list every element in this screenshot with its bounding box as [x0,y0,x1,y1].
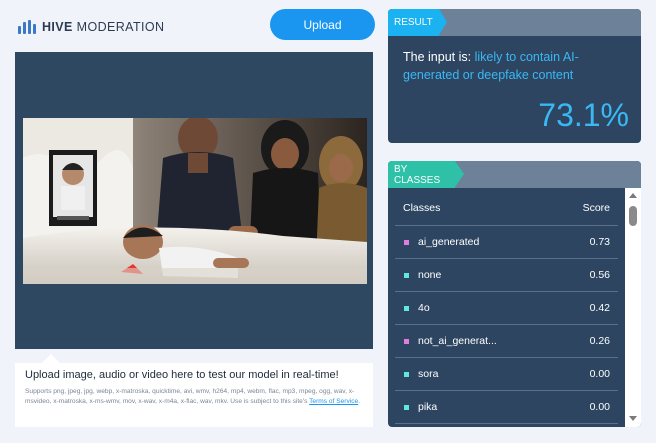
logo-text-bold: HIVE [42,20,73,34]
supported-formats-text: Supports png, jpeg, jpg, webp, x-matrosk… [25,387,363,406]
class-color-marker [404,371,409,377]
class-score: 0.26 [589,335,610,347]
table-row: 4o 0.42 [395,292,618,325]
terms-of-service-link[interactable]: Terms of Service [309,398,358,405]
result-tab: RESULT [388,9,447,36]
table-row: ai_generated 0.73 [395,226,618,259]
class-color-marker [404,305,409,311]
classes-panel-header: BY CLASSES [388,161,641,188]
class-color-marker [404,272,409,278]
score-column-header: Score [582,202,610,214]
classes-table-header: Classes Score [403,202,610,214]
table-row: pika 0.00 [395,391,618,424]
class-name: none [418,269,442,281]
table-row: sora 0.00 [395,358,618,391]
upload-info-box: Upload image, audio or video here to tes… [15,363,373,427]
upload-instructions-title: Upload image, audio or video here to tes… [25,369,339,381]
terms-suffix: . [358,397,361,405]
classes-panel: BY CLASSES Classes Score ai_generated 0.… [388,161,641,427]
result-panel-header: RESULT [388,9,641,36]
upload-button[interactable]: Upload [270,9,375,40]
class-score: 0.73 [589,236,610,248]
classes-table-body: ai_generated 0.73 none 0.56 4o 0.42 not_… [395,226,618,424]
result-panel: RESULT The input is: likely to contain A… [388,9,641,143]
scrollbar-thumb[interactable] [629,206,637,226]
table-row: none 0.56 [395,259,618,292]
by-classes-tab: BY CLASSES [388,161,464,188]
result-description: The input is: likely to contain AI-gener… [403,49,628,84]
class-score: 0.42 [589,302,610,314]
supported-formats: Supports png, jpeg, jpg, webp, x-matrosk… [25,388,355,405]
class-name: ai_generated [418,236,480,248]
class-color-marker [404,338,409,344]
class-color-marker [404,239,409,245]
hive-logo[interactable]: HIVE MODERATION [18,20,164,34]
class-name: 4o [418,302,430,314]
class-name: pika [418,401,438,413]
uploaded-image [23,118,367,284]
media-preview[interactable] [15,52,373,349]
class-score: 0.56 [589,269,610,281]
result-score: 73.1% [538,97,629,133]
class-score: 0.00 [589,401,610,413]
tooltip-pointer [42,354,60,363]
uploaded-image-graphic [23,118,367,284]
logo-text-light: MODERATION [76,20,165,34]
scroll-down-arrow-icon[interactable] [629,416,637,421]
scroll-up-arrow-icon[interactable] [629,193,637,198]
table-row: not_ai_generat... 0.26 [395,325,618,358]
class-name: sora [418,368,439,380]
class-score: 0.00 [589,368,610,380]
logo-text: HIVE MODERATION [42,20,164,34]
result-prefix: The input is: [403,50,475,64]
classes-column-header: Classes [403,202,441,214]
classes-scrollbar[interactable] [625,188,641,427]
logo-bars-icon [18,20,36,34]
class-name: not_ai_generat... [418,335,497,347]
class-color-marker [404,404,409,410]
